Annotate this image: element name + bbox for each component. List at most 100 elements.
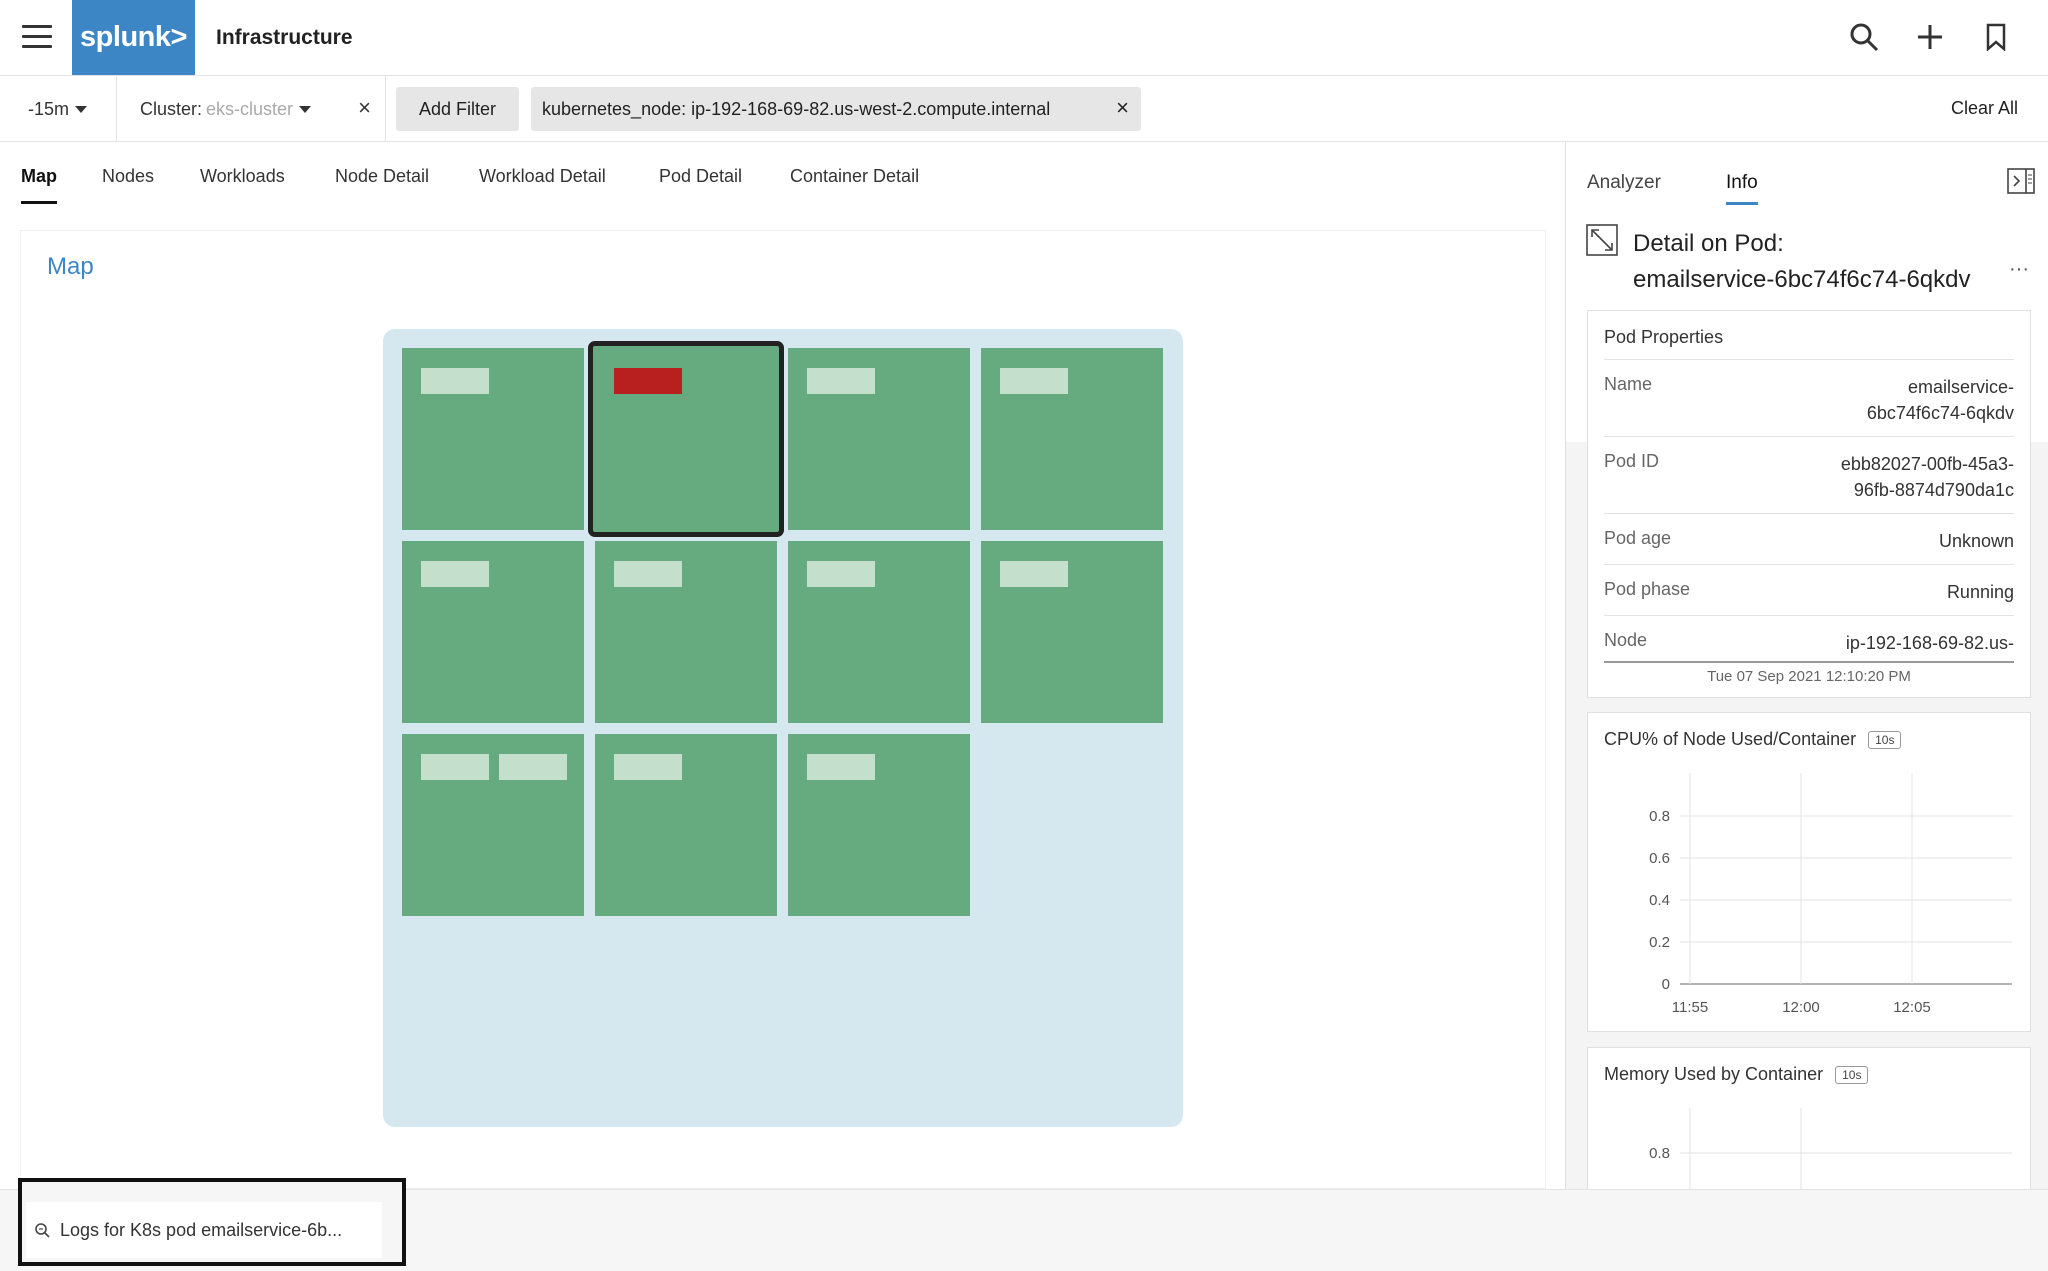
prop-row-pod-id: Pod ID ebb82027-00fb-45a3- 96fb-8874d790d…	[1604, 436, 2014, 513]
memory-chart-card: Memory Used by Container 10s 0.8	[1587, 1047, 2031, 1189]
map-pod[interactable]	[499, 754, 567, 780]
tab-container-detail[interactable]: Container Detail	[790, 166, 919, 201]
plus-icon[interactable]	[1914, 20, 1946, 54]
time-range-dropdown[interactable]: -15m	[0, 76, 117, 142]
tab-map[interactable]: Map	[21, 166, 57, 204]
search-logs-icon	[35, 1223, 50, 1238]
tab-node-detail[interactable]: Node Detail	[335, 166, 429, 201]
prop-value: ip-192-168-69-82.us-	[1845, 633, 2014, 653]
more-options-icon[interactable]: ···	[2009, 258, 2029, 281]
cluster-map	[383, 329, 1183, 1127]
map-node[interactable]	[981, 541, 1163, 723]
prop-key: Pod ID	[1604, 451, 1660, 471]
map-node[interactable]	[981, 348, 1163, 530]
tab-workload-detail[interactable]: Workload Detail	[479, 166, 606, 201]
map-pod[interactable]	[807, 561, 875, 587]
prop-value: emailservice- 6bc74f6c74-6qkdv	[1866, 377, 2014, 423]
prop-row-pod-age: Pod age Unknown	[1604, 513, 2014, 564]
y-tick-label: 0.8	[1649, 1145, 1670, 1162]
map-pod[interactable]	[807, 368, 875, 394]
map-node[interactable]	[788, 734, 970, 916]
x-tick-label: 11:55	[1672, 999, 1708, 1016]
prop-key: Node	[1604, 630, 1648, 650]
active-filter-chip[interactable]: kubernetes_node: ip-192-168-69-82.us-wes…	[531, 87, 1141, 131]
clear-all-button[interactable]: Clear All	[1951, 98, 2018, 119]
y-tick-label: 0.4	[1649, 892, 1670, 909]
logs-link-label: Logs for K8s pod emailservice-6b...	[60, 1219, 343, 1240]
log-highlight-box: Logs for K8s pod emailservice-6b...	[18, 1178, 406, 1266]
x-tick-label: 12:05	[1893, 999, 1931, 1016]
tab-pod-detail[interactable]: Pod Detail	[659, 166, 742, 201]
filter-bar: -15m Cluster: eks-cluster × Add Filter k…	[0, 76, 2048, 142]
y-tick-label: 0	[1662, 976, 1670, 993]
tab-analyzer[interactable]: Analyzer	[1587, 172, 1661, 202]
chevron-down-icon	[75, 105, 88, 113]
detail-title-line1: Detail on Pod:	[1633, 230, 1784, 257]
prop-value: Unknown	[1938, 531, 2014, 551]
map-pod[interactable]	[421, 754, 489, 780]
logs-link[interactable]: Logs for K8s pod emailservice-6b...	[26, 1202, 382, 1258]
map-node[interactable]	[595, 541, 777, 723]
map-node[interactable]	[402, 541, 584, 723]
map-pod[interactable]	[421, 368, 489, 394]
close-icon[interactable]: ×	[1116, 97, 1129, 119]
menu-icon[interactable]	[22, 25, 52, 49]
x-tick-label: 12:00	[1782, 999, 1820, 1016]
add-filter-button[interactable]: Add Filter	[396, 87, 519, 131]
cluster-value: eks-cluster	[206, 98, 294, 119]
side-panel: Analyzer Info Detail on Pod: emailservic…	[1565, 142, 2048, 1189]
y-tick-label: 0.8	[1649, 808, 1670, 825]
search-icon[interactable]	[1848, 20, 1880, 54]
top-bar: splunk> Infrastructure	[0, 0, 2048, 76]
map-pod[interactable]	[614, 754, 682, 780]
map-pod[interactable]	[1000, 561, 1068, 587]
memory-chart: 0.8	[1649, 1108, 2012, 1189]
cpu-chart-card: CPU% of Node Used/Container 10s 0 0.2 0.4 0.…	[1587, 712, 2031, 1032]
prop-value: Running	[1946, 582, 2014, 602]
close-icon[interactable]: ×	[358, 97, 371, 119]
prop-value: ebb82027-00fb-45a3- 96fb-8874d790da1c	[1840, 454, 2014, 500]
map-node-selected[interactable]	[588, 341, 784, 537]
detail-title-line2: emailservice-6bc74f6c74-6qkdv	[1633, 266, 1971, 293]
map-title: Map	[47, 253, 94, 280]
cluster-label: Cluster:	[140, 98, 203, 119]
map-pod-alert[interactable]	[614, 368, 682, 394]
timestamp: Tue 07 Sep 2021 12:10:20 PM	[1707, 668, 1911, 685]
map-node[interactable]	[595, 734, 777, 916]
y-tick-label: 0.2	[1649, 934, 1670, 951]
pod-properties-card: Pod Properties Name emailservice- 6bc74f6…	[1587, 310, 2031, 698]
side-tabs: Analyzer Info	[1566, 142, 2048, 212]
tab-info[interactable]: Info	[1726, 172, 1758, 205]
time-range-value: -15m	[28, 98, 70, 119]
cpu-chart: 0 0.2 0.4 0.6 0.8 11:55 12:00 12:05	[1649, 773, 2012, 1016]
prop-key: Pod age	[1604, 528, 1672, 548]
prop-key: Name	[1604, 374, 1653, 394]
active-filter-label: kubernetes_node: ip-192-168-69-82.us-wes…	[542, 98, 1051, 119]
map-node[interactable]	[788, 541, 970, 723]
view-tabs: Map Nodes Workloads Node Detail Workload…	[0, 142, 1565, 204]
pod-properties-list: Name emailservice- 6bc74f6c74-6qkdv Pod I…	[1604, 359, 2014, 663]
map-node[interactable]	[402, 348, 584, 530]
pod-properties-title: Pod Properties	[1604, 327, 1724, 347]
tab-workloads[interactable]: Workloads	[200, 166, 285, 201]
map-pod[interactable]	[614, 561, 682, 587]
bookmark-icon[interactable]	[1980, 20, 2012, 54]
y-tick-label: 0.6	[1649, 850, 1670, 867]
expand-icon[interactable]	[1586, 224, 1618, 256]
prop-row-node: Node ip-192-168-69-82.us-	[1604, 615, 2014, 663]
splunk-logo[interactable]: splunk>	[72, 0, 195, 75]
collapse-panel-icon[interactable]	[2007, 168, 2035, 194]
tab-nodes[interactable]: Nodes	[102, 166, 154, 201]
app-title: Infrastructure	[216, 26, 353, 49]
map-node[interactable]	[402, 734, 584, 916]
prop-row-name: Name emailservice- 6bc74f6c74-6qkdv	[1604, 359, 2014, 436]
prop-row-pod-phase: Pod phase Running	[1604, 564, 2014, 615]
map-pod[interactable]	[807, 754, 875, 780]
prop-key: Pod phase	[1604, 579, 1691, 599]
map-pod[interactable]	[1000, 368, 1068, 394]
map-node[interactable]	[788, 348, 970, 530]
cluster-filter[interactable]: Cluster: eks-cluster ×	[118, 76, 386, 142]
detail-title: Detail on Pod: emailservice-6bc74f6c74-6…	[1633, 226, 1971, 298]
map-pod[interactable]	[421, 561, 489, 587]
chevron-down-icon[interactable]	[299, 105, 312, 113]
